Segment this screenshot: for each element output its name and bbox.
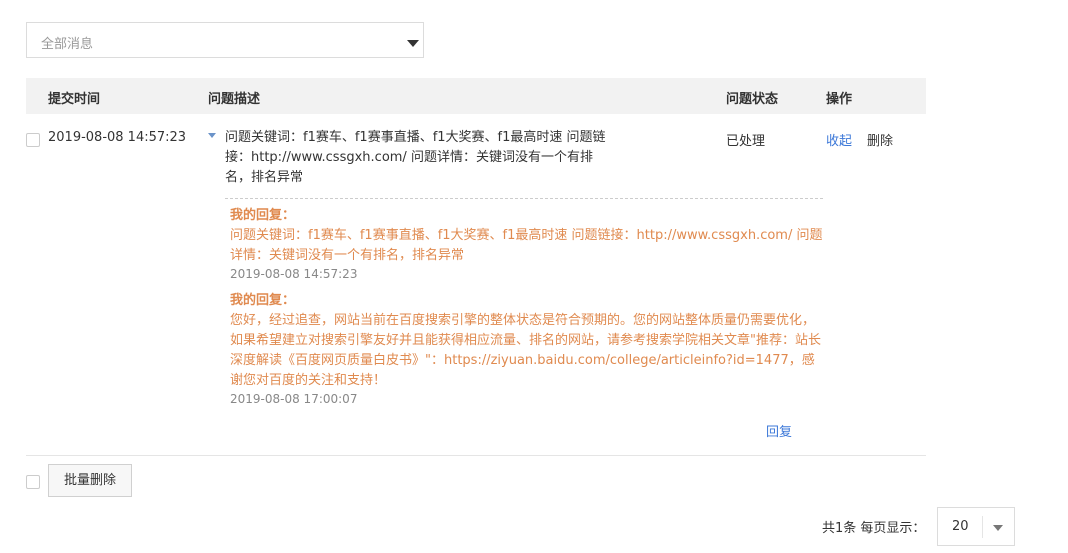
reply-item: 我的回复： 问题关键词：f1赛车、f1赛事直播、f1大奖赛、f1最高时速 问题链…: [230, 206, 824, 281]
submit-time: 2019-08-08 14:57:23: [48, 130, 187, 145]
reply-time: 2019-08-08 17:00:07: [230, 392, 358, 406]
column-header-operations: 操作: [826, 92, 853, 107]
table-header: 提交时间 问题描述 问题状态 操作: [26, 78, 926, 114]
reply-item: 我的回复： 您好，经过追查，网站当前在百度搜索引擎的整体状态是符合预期的。您的网…: [230, 291, 824, 406]
reply-content: 问题关键词：f1赛车、f1赛事直播、f1大奖赛、f1最高时速 问题链接：http…: [230, 228, 823, 263]
page-size-value: 20: [952, 519, 969, 534]
status-text: 已处理: [726, 134, 766, 149]
batch-delete-button[interactable]: 批量删除: [48, 464, 132, 497]
reply-time: 2019-08-08 14:57:23: [230, 267, 358, 281]
reply-divider: [225, 198, 823, 199]
caret-down-icon: [993, 525, 1003, 531]
column-header-description: 问题描述: [208, 92, 261, 107]
column-header-status: 问题状态: [726, 92, 779, 107]
reply-link[interactable]: 回复: [766, 421, 792, 440]
select-separator: [982, 516, 983, 538]
message-filter-select[interactable]: 全部消息: [26, 22, 424, 58]
column-header-time: 提交时间: [48, 92, 101, 107]
expand-toggle-icon[interactable]: [208, 133, 216, 138]
delete-link[interactable]: 删除: [867, 130, 893, 149]
select-all-checkbox[interactable]: [26, 475, 40, 489]
caret-down-icon: [407, 40, 419, 47]
row-checkbox[interactable]: [26, 133, 40, 147]
reply-content: 您好，经过追查，网站当前在百度搜索引擎的整体状态是符合预期的。您的网站整体质量仍…: [230, 313, 821, 388]
page-size-select[interactable]: 20: [937, 507, 1015, 546]
problem-description: 问题关键词：f1赛车、f1赛事直播、f1大奖赛、f1最高时速 问题链接：http…: [225, 130, 606, 185]
pagination-summary: 共1条 每页显示：: [822, 521, 926, 536]
reply-title: 我的回复：: [230, 293, 296, 308]
collapse-link[interactable]: 收起: [826, 130, 852, 149]
row-divider: [26, 455, 926, 456]
reply-title: 我的回复：: [230, 208, 296, 223]
message-filter-value: 全部消息: [41, 37, 94, 52]
